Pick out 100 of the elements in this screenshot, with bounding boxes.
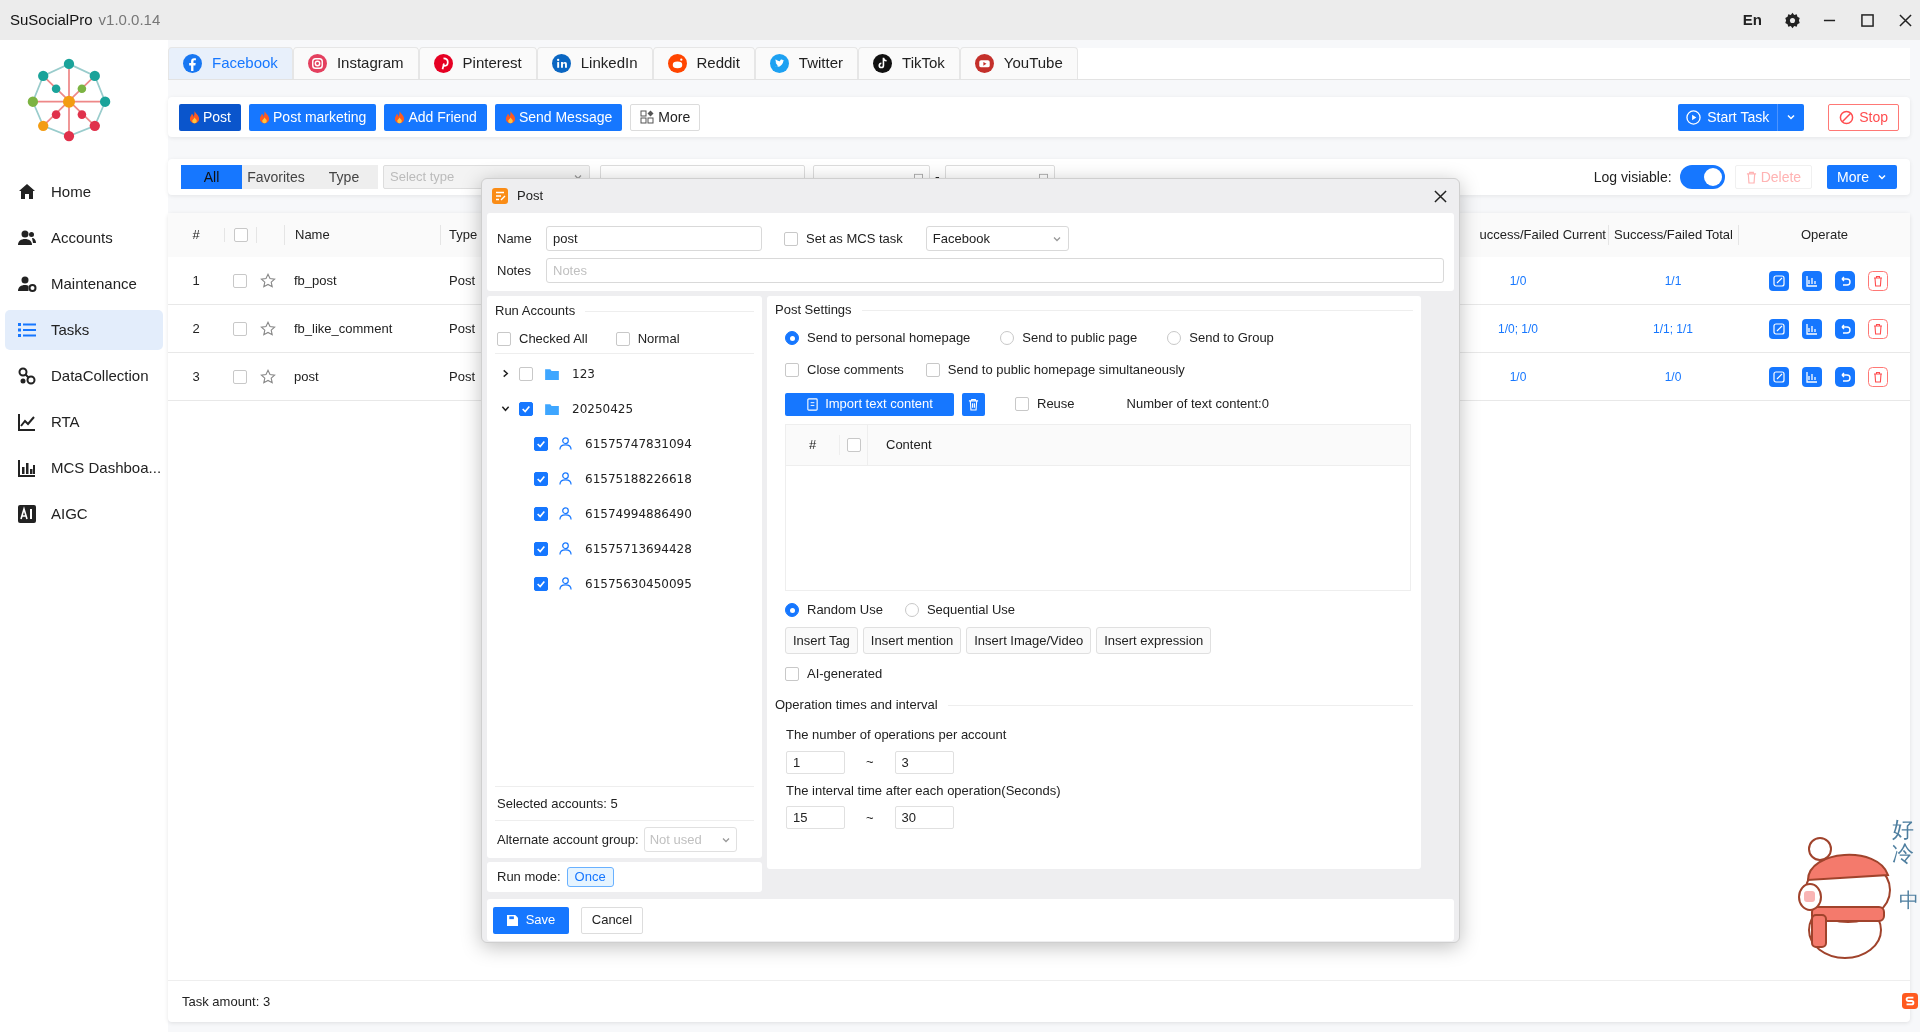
- action-button[interactable]: Send Message: [494, 103, 623, 131]
- insert-button[interactable]: Insert Tag: [785, 627, 858, 654]
- platform-select[interactable]: Facebook: [925, 226, 1069, 251]
- view-tab[interactable]: All: [181, 165, 242, 189]
- sidebar-item[interactable]: Accounts: [5, 218, 163, 258]
- settings-icon[interactable]: [1784, 11, 1801, 29]
- undo-icon[interactable]: [1834, 366, 1855, 387]
- delete-icon[interactable]: [1867, 366, 1888, 387]
- checkbox[interactable]: [519, 401, 533, 416]
- radio-button[interactable]: [1000, 331, 1015, 345]
- radio-button[interactable]: [1167, 331, 1182, 345]
- close-icon[interactable]: [1899, 13, 1912, 27]
- platform-tab[interactable]: Pinterest: [418, 47, 537, 79]
- checkbox[interactable]: [615, 331, 630, 346]
- delete-icon[interactable]: [1867, 270, 1888, 291]
- platform-tab[interactable]: LinkedIn: [536, 47, 653, 79]
- more-button[interactable]: More: [1827, 165, 1897, 189]
- platform-tab[interactable]: YouTube: [959, 47, 1078, 79]
- chart-icon[interactable]: [1801, 318, 1822, 339]
- grid-icon: [640, 110, 655, 124]
- tree-item[interactable]: 61575747831094: [585, 434, 692, 453]
- sidebar-item[interactable]: Maintenance: [5, 264, 163, 304]
- tree-item[interactable]: 61574994886490: [585, 504, 692, 523]
- sidebar-item[interactable]: MCS Dashboa...: [5, 448, 163, 488]
- section-title: Operation times and interval: [775, 696, 938, 715]
- undo-icon[interactable]: [1834, 318, 1855, 339]
- chevron-right-icon[interactable]: [501, 369, 510, 378]
- undo-icon[interactable]: [1834, 270, 1855, 291]
- cancel-button[interactable]: Cancel: [581, 906, 643, 934]
- radio-button[interactable]: [785, 603, 799, 617]
- tree-item[interactable]: 61575188226618: [585, 469, 692, 488]
- checkbox[interactable]: [846, 438, 861, 452]
- delete-icon[interactable]: [1867, 318, 1888, 339]
- close-icon[interactable]: [1434, 189, 1447, 203]
- insert-button[interactable]: Insert expression: [1096, 627, 1212, 654]
- star-icon[interactable]: [260, 320, 276, 337]
- insert-button[interactable]: Insert Image/Video: [966, 627, 1092, 654]
- trash-button[interactable]: [962, 392, 985, 416]
- view-tab[interactable]: Type: [310, 165, 378, 189]
- tree-item[interactable]: 61575713694428: [585, 539, 692, 558]
- tree-item[interactable]: 20250425: [572, 399, 634, 418]
- checkbox[interactable]: [534, 576, 548, 591]
- checkbox[interactable]: [534, 471, 548, 486]
- action-button[interactable]: Post: [179, 103, 241, 131]
- platform-tab[interactable]: Facebook: [168, 47, 293, 79]
- sidebar-item[interactable]: DataCollection: [5, 356, 163, 396]
- checkbox[interactable]: [785, 667, 799, 681]
- sidebar-item[interactable]: AIGC: [5, 494, 163, 534]
- radio-button[interactable]: [785, 331, 799, 345]
- sidebar-item[interactable]: Home: [5, 172, 163, 212]
- action-button[interactable]: Add Friend: [384, 103, 487, 131]
- checkbox[interactable]: [534, 541, 548, 556]
- checkbox[interactable]: [534, 506, 548, 521]
- import-button[interactable]: Import text content: [785, 392, 954, 416]
- notes-field[interactable]: Notes: [546, 258, 1444, 283]
- run-mode-tag[interactable]: Once: [566, 867, 614, 887]
- chart-icon[interactable]: [1801, 366, 1822, 387]
- checkbox[interactable]: [1015, 397, 1029, 411]
- platform-tab[interactable]: Reddit: [652, 47, 755, 79]
- checkbox[interactable]: [785, 363, 799, 377]
- edit-icon[interactable]: [1768, 318, 1789, 339]
- save-button[interactable]: Save: [493, 906, 569, 934]
- ime-logo-icon[interactable]: [1902, 993, 1918, 1009]
- star-icon[interactable]: [260, 368, 276, 385]
- start-task-button[interactable]: Start Task: [1678, 103, 1805, 131]
- name-field[interactable]: post: [546, 226, 762, 251]
- insert-button[interactable]: Insert mention: [862, 627, 962, 654]
- radio-button[interactable]: [904, 603, 919, 617]
- sidebar-item[interactable]: RTA: [5, 402, 163, 442]
- platform-tab[interactable]: TikTok: [858, 47, 960, 79]
- number-field[interactable]: 30: [894, 806, 954, 829]
- language-button[interactable]: En: [1742, 8, 1762, 32]
- chevron-down-icon[interactable]: [501, 404, 510, 413]
- tree-item[interactable]: 123: [572, 364, 595, 383]
- maximize-icon[interactable]: [1861, 13, 1874, 27]
- input-mode-indicator[interactable]: 中: [1899, 885, 1919, 915]
- platform-tab[interactable]: Twitter: [754, 47, 859, 79]
- toggle-switch[interactable]: [1679, 165, 1725, 189]
- edit-icon[interactable]: [1768, 366, 1789, 387]
- view-tab[interactable]: Favorites: [242, 165, 310, 189]
- chart-icon[interactable]: [1801, 270, 1822, 291]
- number-field[interactable]: 15: [786, 806, 845, 829]
- number-field[interactable]: 3: [894, 750, 954, 774]
- checkbox[interactable]: [233, 321, 247, 336]
- tree-item[interactable]: 61575630450095: [585, 574, 692, 593]
- edit-icon[interactable]: [1768, 270, 1789, 291]
- checkbox[interactable]: [519, 366, 533, 381]
- star-icon[interactable]: [260, 272, 276, 289]
- checkbox[interactable]: [784, 231, 798, 246]
- sidebar-item[interactable]: Tasks: [5, 310, 163, 350]
- checkbox[interactable]: [233, 228, 248, 242]
- checkbox[interactable]: [497, 331, 511, 346]
- platform-tab[interactable]: Instagram: [292, 47, 419, 79]
- number-field[interactable]: 1: [786, 750, 845, 774]
- checkbox[interactable]: [534, 436, 548, 451]
- more-button[interactable]: More: [630, 103, 701, 131]
- action-button[interactable]: Post marketing: [249, 103, 377, 131]
- checkbox[interactable]: [925, 363, 940, 377]
- checkbox[interactable]: [233, 273, 247, 288]
- checkbox[interactable]: [233, 369, 247, 384]
